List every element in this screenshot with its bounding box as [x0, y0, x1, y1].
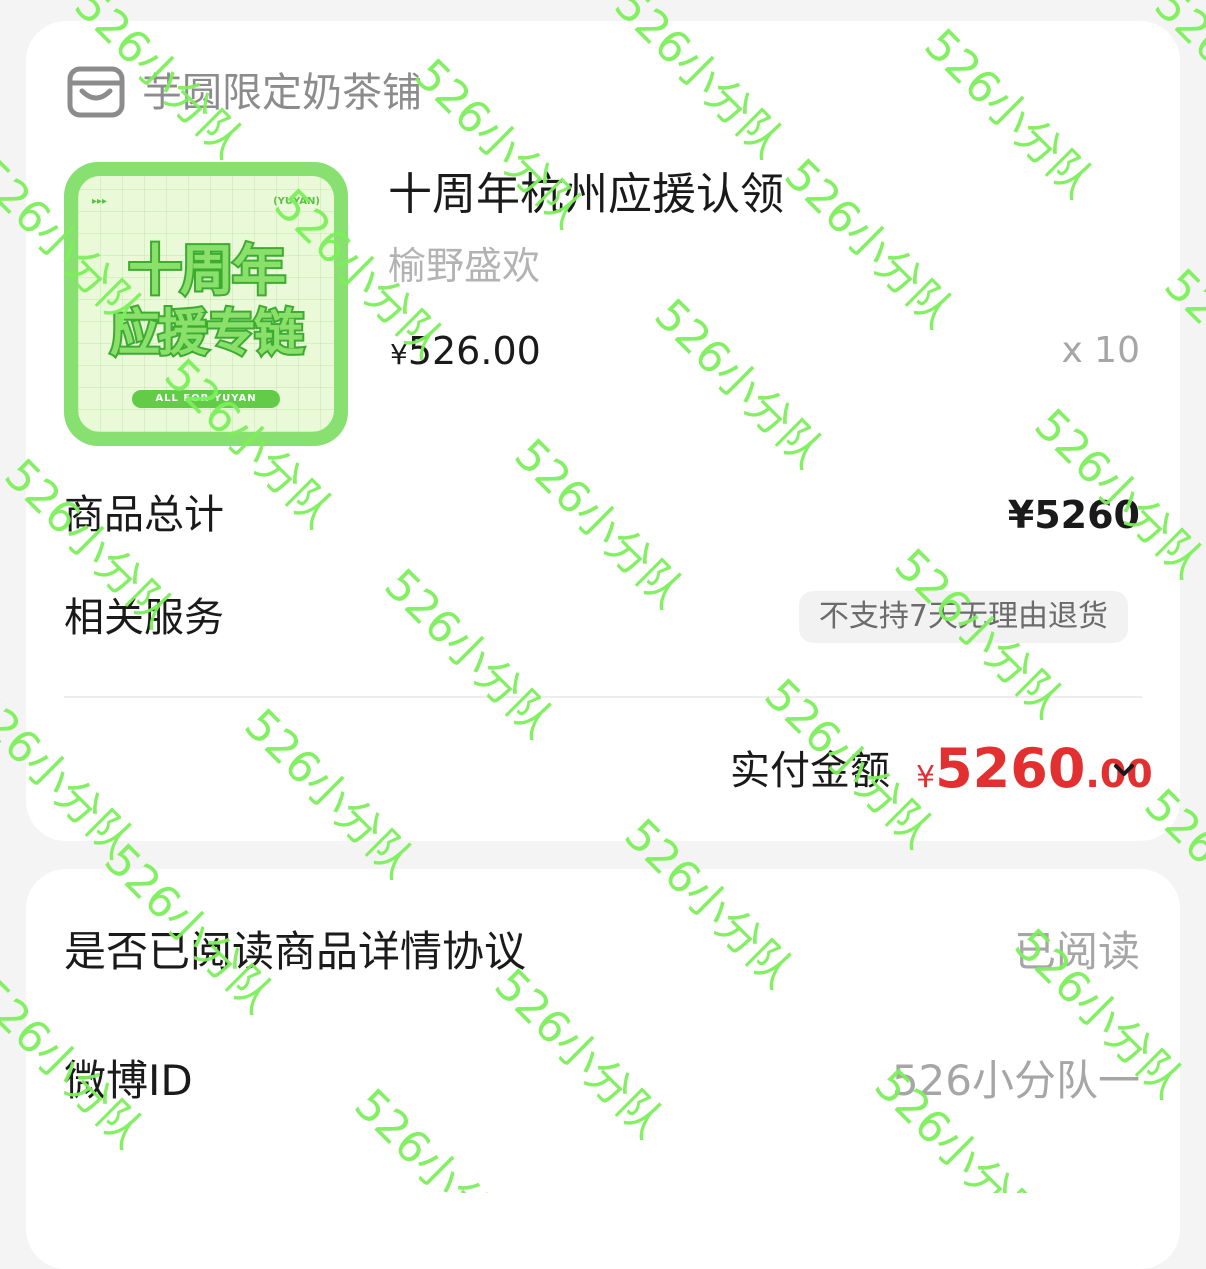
product-quantity: x 10 — [1061, 330, 1140, 371]
total-label: 商品总计 — [64, 492, 224, 538]
divider — [64, 696, 1142, 698]
agreement-label: 是否已阅读商品详情协议 — [64, 927, 527, 976]
product-price-value: 526.00 — [407, 329, 541, 373]
product-title[interactable]: 十周年杭州应援认领 — [388, 169, 784, 221]
product-image-tag: (YUYAN) — [273, 196, 320, 207]
paid-label: 实付金额 — [730, 748, 890, 794]
chevron-down-icon[interactable] — [1112, 761, 1136, 781]
product-image-artwork: ▸▸▸ (YUYAN) 十周年 应援专链 ALL FOR YUYAN — [78, 176, 334, 432]
total-value: ¥5260 — [1007, 493, 1140, 537]
product-price: ¥526.00 — [390, 329, 541, 377]
product-image-pill: ALL FOR YUYAN — [132, 390, 280, 408]
product-subtitle: 榆野盛欢 — [388, 244, 541, 288]
paid-integer: 5260 — [935, 737, 1086, 800]
weibo-id-value[interactable]: 526小分队一 — [892, 1056, 1140, 1106]
info-card: 是否已阅读商品详情协议 已阅读 微博ID 526小分队一 — [26, 869, 1180, 1269]
store-icon — [67, 66, 125, 118]
product-image-arrows: ▸▸▸ — [92, 196, 108, 207]
store-name[interactable]: 芋圆限定奶茶铺 — [142, 69, 422, 117]
service-label: 相关服务 — [64, 595, 224, 641]
order-card: 芋圆限定奶茶铺 ▸▸▸ (YUYAN) 十周年 应援专链 ALL FOR YUY… — [26, 21, 1180, 841]
product-image[interactable]: ▸▸▸ (YUYAN) 十周年 应援专链 ALL FOR YUYAN — [64, 162, 348, 446]
paid-currency: ¥ — [916, 760, 936, 795]
agreement-value[interactable]: 已阅读 — [1014, 927, 1140, 977]
service-badge[interactable]: 不支持7天无理由退货 — [798, 591, 1128, 643]
weibo-id-label: 微博ID — [64, 1056, 193, 1105]
product-price-currency: ¥ — [390, 338, 408, 371]
product-image-line1: 十周年 — [126, 238, 288, 304]
product-image-line2: 应援专链 — [108, 302, 306, 364]
